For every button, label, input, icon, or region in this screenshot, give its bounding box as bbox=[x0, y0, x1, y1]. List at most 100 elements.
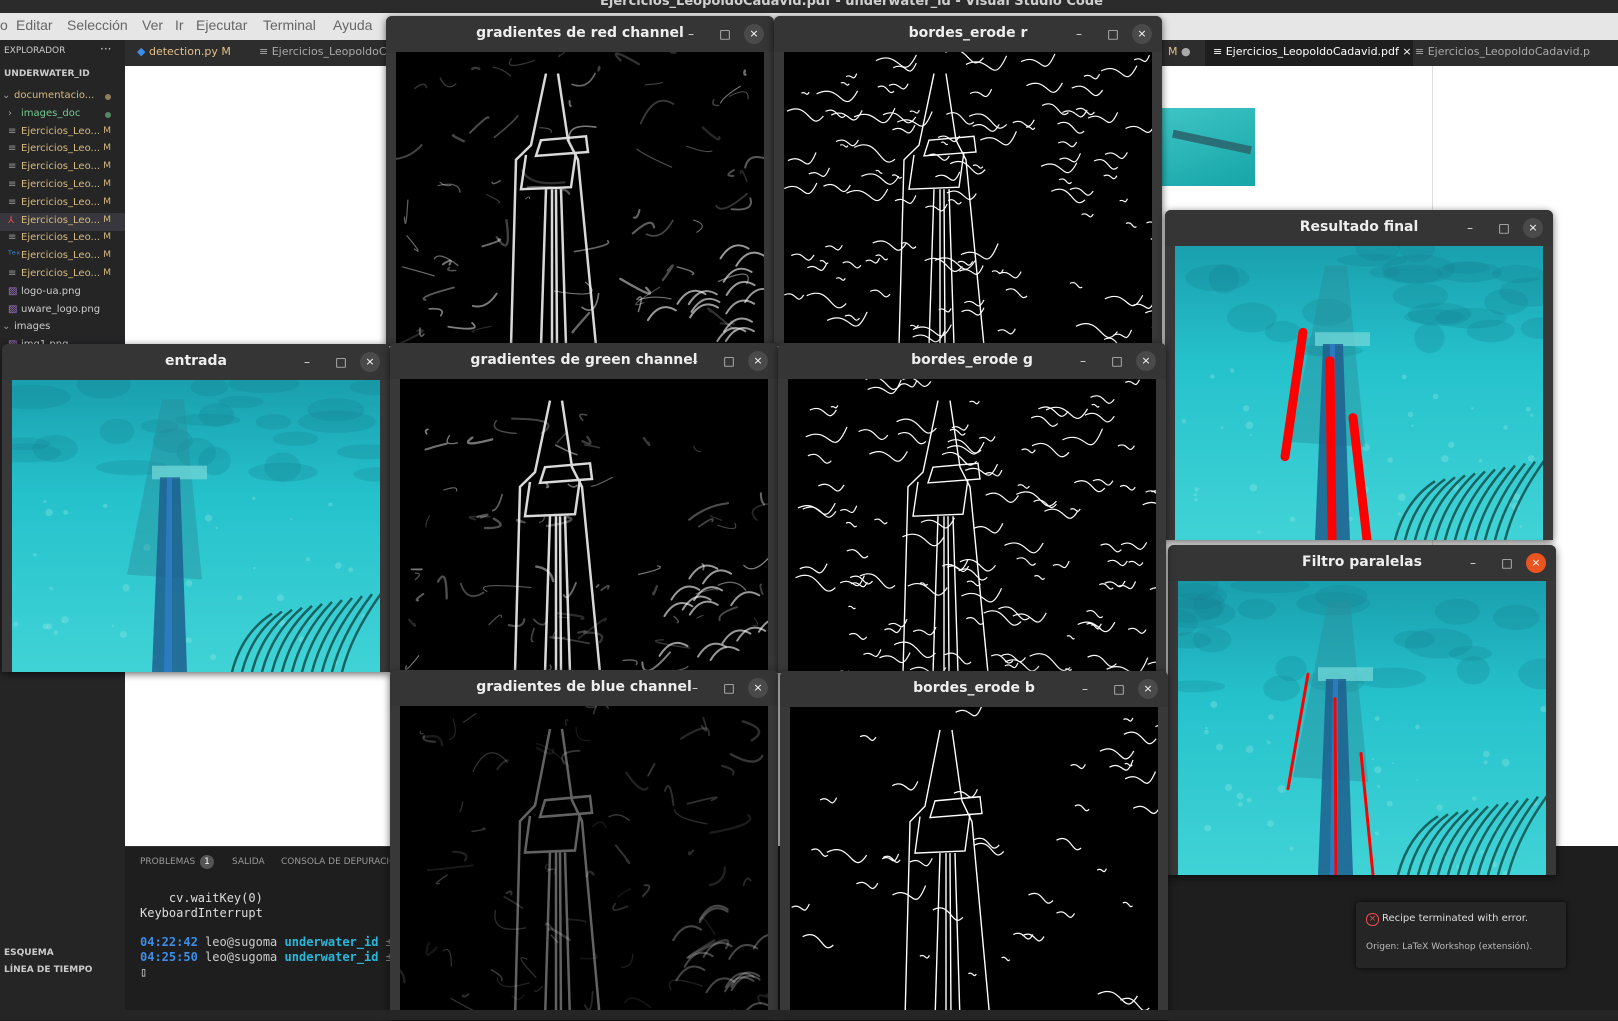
menu-item-terminal[interactable]: Terminal bbox=[263, 17, 316, 33]
tab-problemas[interactable]: PROBLEMAS bbox=[140, 857, 195, 867]
menu-item-ver[interactable]: Ver bbox=[142, 17, 163, 33]
tab-salida[interactable]: SALIDA bbox=[232, 857, 265, 867]
cv-window-gradient-green[interactable]: gradientes de green channel – □ × bbox=[390, 343, 778, 673]
close-icon[interactable]: × bbox=[744, 24, 764, 44]
window-title-bar[interactable]: bordes_erode r – □ × bbox=[774, 16, 1162, 52]
file-tree-item[interactable]: ⌄ images bbox=[0, 319, 125, 337]
file-tree-item[interactable]: ⅄ Ejercicios_Leo... M bbox=[0, 212, 125, 231]
minimize-icon[interactable]: – bbox=[1461, 219, 1479, 237]
file-tree-item[interactable]: › images_doc bbox=[0, 106, 125, 124]
image-background bbox=[790, 707, 1158, 1020]
menu-item-ir[interactable]: Ir bbox=[175, 17, 184, 33]
menu-item-o[interactable]: o bbox=[0, 17, 8, 33]
file-tree-item[interactable]: ▨ uware_logo.png bbox=[0, 302, 125, 320]
tab-ejercicios-pdf-preview[interactable]: ≡ Ejercicios_LeopoldoCadavid.p bbox=[1407, 40, 1618, 66]
maximize-icon[interactable]: □ bbox=[1110, 680, 1128, 698]
window-image bbox=[788, 379, 1156, 673]
minimize-icon[interactable]: – bbox=[1074, 352, 1092, 370]
file-tree-item[interactable]: ≡ Ejercicios_Leo... M bbox=[0, 266, 125, 284]
image-background bbox=[400, 706, 768, 1020]
file-tree-item[interactable]: ≡ Ejercicios_Leo... M bbox=[0, 124, 125, 142]
minimize-icon[interactable]: – bbox=[298, 353, 316, 371]
terminal-line: KeyboardInterrupt bbox=[140, 906, 263, 920]
file-tree-item[interactable]: ᵀᵉˣ Ejercicios_Leo... M bbox=[0, 248, 125, 266]
window-title-bar[interactable]: Filtro paralelas – □ × bbox=[1168, 545, 1556, 581]
minimize-icon[interactable]: – bbox=[1464, 554, 1482, 572]
window-title-bar[interactable]: bordes_erode g – □ × bbox=[778, 343, 1166, 379]
cv-window-resultado-final[interactable]: Resultado final – □ × bbox=[1165, 210, 1553, 540]
minimize-icon[interactable]: – bbox=[1070, 25, 1088, 43]
file-tree-item[interactable]: ≡ Ejercicios_Leo... M bbox=[0, 177, 125, 195]
file-tree-label: Ejercicios_Leo... bbox=[21, 161, 101, 173]
image-canvas bbox=[788, 379, 1156, 673]
minimize-icon[interactable]: – bbox=[1076, 680, 1094, 698]
maximize-icon[interactable]: □ bbox=[1495, 219, 1513, 237]
terminal-prompt[interactable]: 04:22:42 leo@sugoma underwater_id ±|m bbox=[140, 935, 407, 949]
maximize-icon[interactable]: □ bbox=[1108, 352, 1126, 370]
maximize-icon[interactable]: □ bbox=[720, 352, 738, 370]
cv-window-entrada[interactable]: entrada – □ × bbox=[2, 344, 390, 672]
project-title[interactable]: UNDERWATER_ID bbox=[4, 69, 90, 79]
maximize-icon[interactable]: □ bbox=[332, 353, 350, 371]
window-title-bar[interactable]: gradientes de blue channel – □ × bbox=[390, 670, 778, 706]
window-title-bar[interactable]: gradientes de green channel – □ × bbox=[390, 343, 778, 379]
terminal-panel: PROBLEMAS 1 SALIDA CONSOLA DE DEPURACIÓ … bbox=[125, 846, 407, 1021]
more-actions-icon[interactable]: ··· bbox=[100, 42, 111, 56]
minimize-icon[interactable]: – bbox=[682, 25, 700, 43]
minimize-icon[interactable]: – bbox=[686, 679, 704, 697]
maximize-icon[interactable]: □ bbox=[716, 25, 734, 43]
maximize-icon[interactable]: □ bbox=[720, 679, 738, 697]
window-title-bar[interactable]: entrada – □ × bbox=[2, 344, 390, 380]
outline-section[interactable]: ESQUEMA bbox=[4, 948, 54, 958]
prompt-dir: underwater_id bbox=[284, 950, 379, 964]
menu-item-editar[interactable]: Editar bbox=[16, 17, 53, 33]
cv-window-edges-red[interactable]: bordes_erode r – □ × bbox=[774, 16, 1162, 346]
tab-detection-py[interactable]: ◆ detection.py M bbox=[129, 40, 257, 66]
tab-ejercicios-pdf[interactable]: ≡ Ejercicios_LeopoldoCadavid.pdf × bbox=[1205, 40, 1413, 66]
minimize-icon[interactable]: – bbox=[686, 352, 704, 370]
terminal-prompt[interactable]: 04:25:50 leo@sugoma underwater_id ±|m bbox=[140, 950, 407, 964]
file-tree-item[interactable]: ≡ Ejercicios_Leo... M bbox=[0, 230, 125, 248]
image-canvas bbox=[12, 380, 380, 672]
terminal-cursor[interactable]: ▯ bbox=[140, 965, 147, 979]
window-title-bar[interactable]: Resultado final – □ × bbox=[1165, 210, 1553, 246]
close-icon[interactable]: × bbox=[1523, 218, 1543, 238]
error-notification[interactable]: × Recipe terminated with error. Origen: … bbox=[1356, 902, 1566, 968]
menu-item-seleccion[interactable]: Selección bbox=[67, 17, 128, 33]
menu-item-ayuda[interactable]: Ayuda bbox=[333, 17, 372, 33]
modified-badge: M bbox=[103, 268, 111, 278]
cv-window-edges-blue[interactable]: bordes_erode b – □ × bbox=[780, 671, 1168, 1020]
close-icon[interactable]: × bbox=[1136, 351, 1156, 371]
close-icon[interactable]: × bbox=[1132, 24, 1152, 44]
close-icon[interactable]: × bbox=[360, 352, 380, 372]
close-icon[interactable]: × bbox=[748, 678, 768, 698]
modified-badge: M bbox=[103, 232, 111, 243]
file-icon: ≡ bbox=[8, 143, 17, 155]
file-tree-item[interactable]: ≡ Ejercicios_Leo... M bbox=[0, 141, 125, 159]
tab-ejercicios-tex[interactable]: ≡ Ejercicios_LeopoldoCad bbox=[251, 40, 400, 66]
file-tree-item[interactable]: ≡ Ejercicios_Leo... M bbox=[0, 195, 125, 213]
tab-partial[interactable]: M ● bbox=[1160, 40, 1208, 66]
file-tree-label: images_doc bbox=[21, 107, 81, 119]
file-tree-item[interactable]: ▨ logo-ua.png bbox=[0, 284, 125, 302]
window-title: Ejercicios_LeopoldoCadavid.pdf - underwa… bbox=[600, 0, 1103, 9]
cv-window-edges-green[interactable]: bordes_erode g – □ × bbox=[778, 343, 1166, 673]
maximize-icon[interactable]: □ bbox=[1104, 25, 1122, 43]
maximize-icon[interactable]: □ bbox=[1498, 554, 1516, 572]
file-tree-item[interactable]: ≡ Ejercicios_Leo... M bbox=[0, 159, 125, 177]
close-icon[interactable]: × bbox=[748, 351, 768, 371]
image-canvas bbox=[1175, 246, 1543, 540]
menu-item-ejecutar[interactable]: Ejecutar bbox=[196, 17, 247, 33]
close-icon[interactable]: × bbox=[1138, 679, 1158, 699]
file-tree-label: Ejercicios_Leo... bbox=[21, 125, 101, 137]
tab-consola[interactable]: CONSOLA DE DEPURACIÓ bbox=[281, 857, 396, 867]
file-icon: ≡ bbox=[259, 45, 272, 58]
window-title-bar[interactable]: gradientes de red channel – □ × bbox=[386, 16, 774, 52]
file-tree-item[interactable]: ⌄ documentacio... bbox=[0, 88, 125, 106]
cv-window-filtro-paralelas[interactable]: Filtro paralelas – □ × bbox=[1168, 545, 1556, 875]
cv-window-gradient-red[interactable]: gradientes de red channel – □ × bbox=[386, 16, 774, 346]
close-icon[interactable]: × bbox=[1526, 553, 1546, 573]
window-title-bar[interactable]: bordes_erode b – □ × bbox=[780, 671, 1168, 707]
timeline-section[interactable]: LÍNEA DE TIEMPO bbox=[4, 965, 92, 975]
cv-window-gradient-blue[interactable]: gradientes de blue channel – □ × bbox=[390, 670, 778, 1020]
